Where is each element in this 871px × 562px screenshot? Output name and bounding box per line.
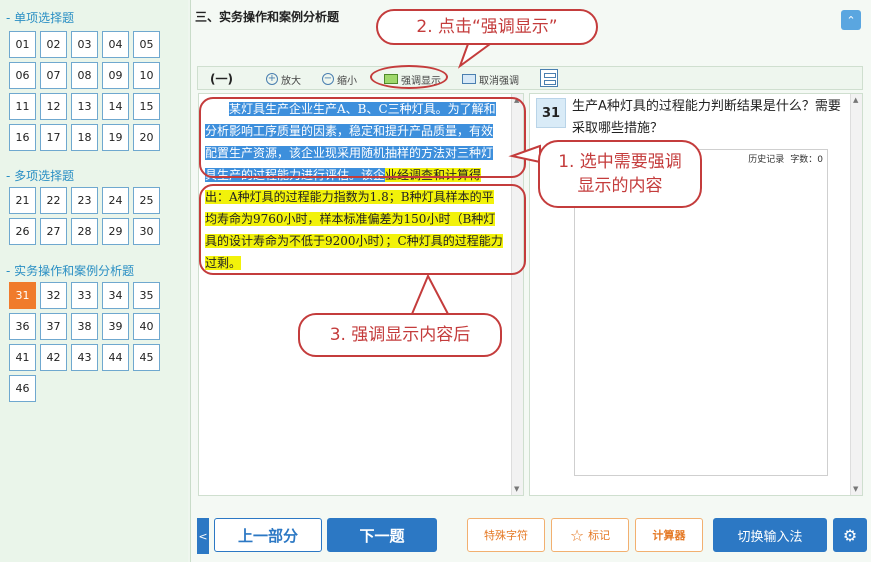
callout-step2: 2. 点击“强调显示” xyxy=(376,9,598,45)
annotation-pointers xyxy=(410,43,541,315)
callout-step1: 1. 选中需要强调显示的内容 xyxy=(538,140,702,208)
callout-step3: 3. 强调显示内容后 xyxy=(298,313,502,357)
